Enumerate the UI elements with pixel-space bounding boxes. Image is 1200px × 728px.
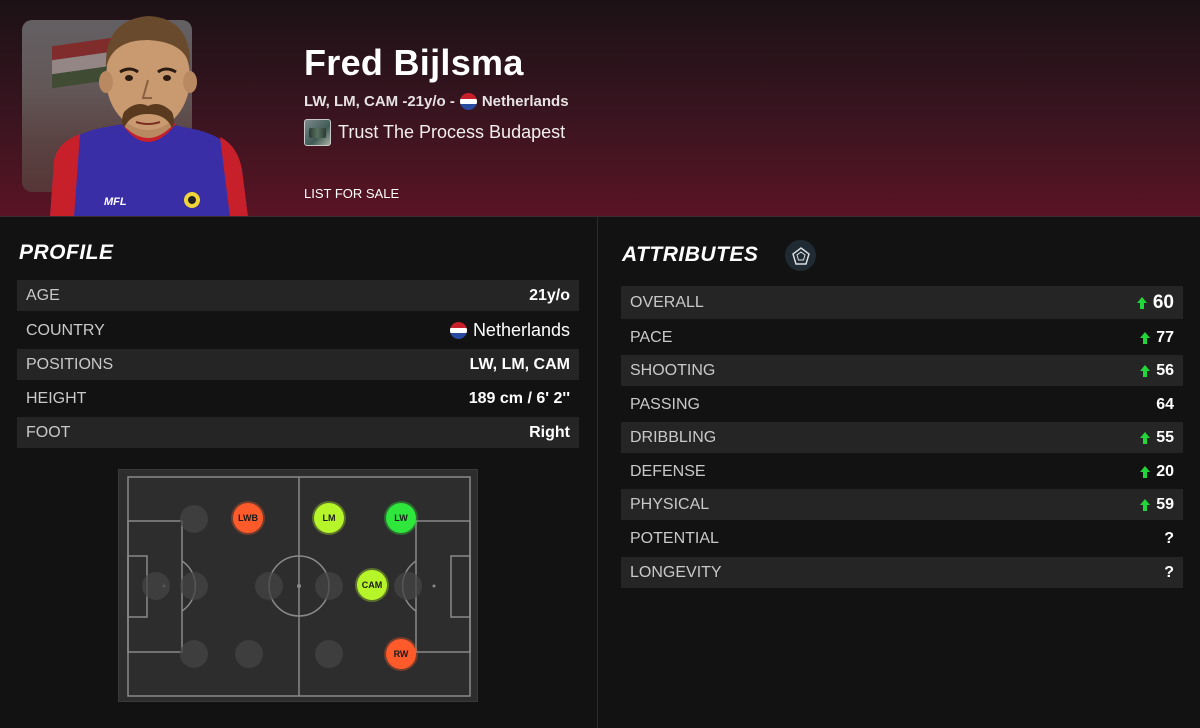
- attribute-value: 20: [1140, 463, 1174, 481]
- profile-value: 21y/o: [529, 286, 570, 304]
- profile-row-positions: POSITIONS LW, LM, CAM: [17, 349, 579, 380]
- attribute-value: 59: [1140, 496, 1174, 514]
- up-arrow-icon: [1140, 364, 1151, 377]
- player-header: MFL Fred Bijlsma LW, LM, CAM -21y/o - Ne…: [0, 0, 1200, 217]
- up-arrow-icon: [1140, 498, 1151, 511]
- profile-label: AGE: [26, 286, 60, 304]
- attribute-value: 55: [1140, 429, 1174, 447]
- profile-value: Right: [529, 423, 570, 441]
- profile-value: LW, LM, CAM: [469, 355, 570, 373]
- attribute-label: LONGEVITY: [630, 563, 722, 581]
- position-slot: [394, 572, 422, 600]
- position-slot: [180, 505, 208, 533]
- attribute-label: PASSING: [630, 395, 700, 413]
- position-badge-lm: LM: [314, 503, 344, 533]
- up-arrow-icon: [1140, 331, 1151, 344]
- attribute-row-longevity: LONGEVITY?: [621, 557, 1183, 588]
- attribute-number: 60: [1152, 291, 1174, 313]
- attribute-label: SHOOTING: [630, 361, 716, 379]
- player-name: Fred Bijlsma: [304, 42, 524, 83]
- profile-label: COUNTRY: [26, 321, 105, 339]
- profile-value: 189 cm / 6' 2'': [468, 389, 570, 407]
- club-logo-icon: [304, 119, 331, 146]
- position-pitch: LWB LM LW CAM RW: [118, 469, 478, 702]
- profile-label: POSITIONS: [26, 355, 114, 373]
- attribute-number: ?: [1164, 563, 1174, 581]
- up-arrow-icon: [1140, 431, 1151, 444]
- position-slot: [142, 572, 170, 600]
- attribute-row-potential: POTENTIAL?: [621, 523, 1183, 554]
- profile-value[interactable]: Netherlands: [449, 320, 570, 341]
- profile-row-foot: FOOT Right: [17, 417, 579, 448]
- club-name[interactable]: Trust The Process Budapest: [338, 122, 565, 143]
- attribute-row-shooting: SHOOTING 56: [621, 355, 1183, 386]
- country-name: Netherlands: [472, 320, 570, 340]
- attribute-label: PACE: [630, 328, 673, 346]
- attribute-row-overall: OVERALL 60: [621, 286, 1183, 319]
- position-badge-rw: RW: [386, 639, 416, 669]
- attribute-row-defense: DEFENSE 20: [621, 456, 1183, 487]
- attribute-value: 64: [1156, 396, 1174, 414]
- profile-label: HEIGHT: [26, 389, 87, 407]
- up-arrow-icon: [1136, 296, 1147, 309]
- attribute-label: DEFENSE: [630, 462, 706, 480]
- panel-divider: [597, 217, 598, 728]
- player-nationality[interactable]: Netherlands: [482, 93, 569, 110]
- attribute-value: 56: [1140, 362, 1174, 380]
- attribute-row-dribbling: DRIBBLING 55: [621, 422, 1183, 453]
- list-for-sale-button[interactable]: LIST FOR SALE: [304, 186, 399, 201]
- player-meta: LW, LM, CAM -21y/o - Netherlands: [304, 93, 569, 110]
- player-avatar: MFL: [50, 16, 248, 216]
- attribute-number: ?: [1164, 529, 1174, 547]
- player-positions-age: LW, LM, CAM -21y/o -: [304, 93, 455, 110]
- attribute-value: ?: [1164, 530, 1174, 548]
- up-arrow-icon: [1140, 465, 1151, 478]
- attributes-title: ATTRIBUTES: [622, 243, 759, 266]
- attribute-label: POTENTIAL: [630, 529, 719, 547]
- position-slot: [255, 572, 283, 600]
- profile-row-age: AGE 21y/o: [17, 280, 579, 311]
- position-slot: [315, 572, 343, 600]
- attribute-number: 20: [1156, 462, 1174, 480]
- position-badge-cam: CAM: [357, 570, 387, 600]
- pitch-lines: [127, 476, 471, 697]
- position-slot: [180, 572, 208, 600]
- mfl-badge: MFL: [104, 196, 127, 208]
- profile-row-country: COUNTRY Netherlands: [17, 315, 579, 346]
- attribute-number: 56: [1156, 361, 1174, 379]
- attribute-row-passing: PASSING 64: [621, 389, 1183, 420]
- attribute-value: ?: [1164, 564, 1174, 582]
- attribute-number: 64: [1156, 395, 1174, 413]
- attribute-row-pace: PACE 77: [621, 322, 1183, 353]
- club-row[interactable]: Trust The Process Budapest: [304, 119, 565, 146]
- netherlands-flag-icon: [449, 322, 467, 339]
- attribute-row-physical: PHYSICAL 59: [621, 489, 1183, 520]
- attribute-value: 60: [1136, 291, 1174, 314]
- attribute-number: 55: [1156, 428, 1174, 446]
- attribute-value: 77: [1140, 329, 1174, 347]
- profile-row-height: HEIGHT 189 cm / 6' 2'': [17, 383, 579, 414]
- position-slot: [235, 640, 263, 668]
- position-badge-lwb: LWB: [233, 503, 263, 533]
- position-slot: [315, 640, 343, 668]
- attribute-number: 77: [1156, 328, 1174, 346]
- attribute-label: PHYSICAL: [630, 495, 710, 513]
- netherlands-flag-icon: [459, 93, 477, 110]
- position-badge-lw: LW: [386, 503, 416, 533]
- attribute-label: DRIBBLING: [630, 428, 717, 446]
- attribute-label: OVERALL: [630, 293, 704, 311]
- position-slot: [180, 640, 208, 668]
- attribute-number: 59: [1156, 495, 1174, 513]
- pentagon-radar-icon[interactable]: [785, 240, 816, 271]
- profile-label: FOOT: [26, 423, 71, 441]
- profile-title: PROFILE: [19, 241, 114, 264]
